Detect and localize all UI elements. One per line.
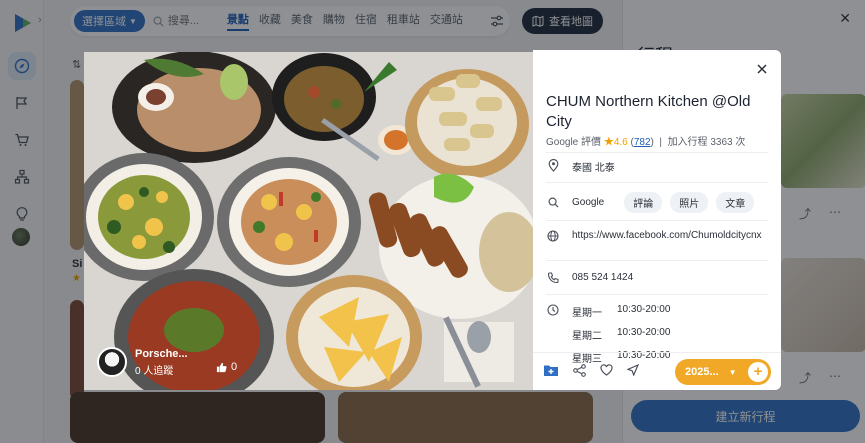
globe-icon (546, 230, 560, 242)
action-bar: 2025... ▼ + (533, 352, 781, 390)
google-photos-button[interactable]: 照片 (670, 192, 709, 213)
divider (546, 294, 768, 295)
food-photo-illustration (84, 52, 533, 390)
rating-score: 4.6 (613, 137, 628, 148)
close-icon[interactable] (757, 64, 767, 74)
like-count: 0 (231, 361, 238, 373)
divider (546, 260, 768, 261)
heart-icon[interactable] (600, 364, 613, 379)
place-detail-panel: CHUM Northern Kitchen @Old City Google 評… (533, 50, 781, 390)
location-row: 泰國 北泰 (546, 159, 615, 174)
hours-day: 星期二 (572, 331, 602, 342)
divider (546, 220, 768, 221)
owner-followers: 0 人追蹤 (135, 365, 174, 377)
hours-time: 10:30-20:00 (617, 304, 671, 315)
hours-day: 星期一 (572, 308, 602, 319)
plus-icon[interactable]: + (748, 362, 768, 382)
place-name: CHUM Northern Kitchen @Old City (546, 93, 751, 130)
like-button[interactable]: 0 (216, 361, 237, 373)
divider (546, 182, 768, 183)
search-icon (546, 197, 560, 208)
photo-owner[interactable]: Porsche... 0 人追蹤 (97, 347, 188, 377)
owner-name: Porsche... (135, 347, 188, 360)
owner-avatar[interactable] (97, 347, 127, 377)
place-photo[interactable] (84, 52, 533, 390)
location-pin-icon (546, 159, 560, 172)
add-to-folder-icon[interactable] (543, 363, 559, 380)
plan-year-select[interactable]: 2025... (685, 366, 719, 378)
trip-count-label: 加入行程 (667, 137, 708, 148)
trip-count: 3363 次 (710, 137, 746, 148)
google-links-row: Google 評論 照片 文章 (546, 192, 755, 213)
rating-row: Google 評價 ★4.6 (782) | 加入行程 3363 次 (546, 137, 746, 148)
phone-number[interactable]: 085 524 1424 (572, 272, 633, 283)
add-to-plan-button[interactable]: 2025... ▼ + (675, 359, 771, 385)
phone-icon (546, 272, 560, 284)
thumbs-up-icon (216, 362, 227, 372)
google-label: Google (572, 197, 605, 208)
location-text: 泰國 北泰 (572, 163, 615, 174)
clock-icon (546, 304, 560, 316)
website-row: https://www.facebook.com/Chumoldcitycnx (546, 230, 762, 242)
chevron-down-icon: ▼ (728, 367, 737, 377)
google-reviews-button[interactable]: 評論 (624, 192, 663, 213)
star-icon: ★ (603, 137, 614, 148)
hours-time: 10:30-20:00 (617, 327, 671, 338)
navigate-icon[interactable] (626, 363, 640, 379)
divider (546, 152, 768, 153)
review-count-link[interactable]: 782 (634, 137, 651, 148)
website-link[interactable]: https://www.facebook.com/Chumoldcitycnx (572, 230, 762, 242)
google-articles-button[interactable]: 文章 (716, 192, 755, 213)
phone-row: 085 524 1424 (546, 272, 633, 284)
rating-source: Google 評價 (546, 137, 602, 148)
share-icon[interactable] (573, 363, 586, 380)
